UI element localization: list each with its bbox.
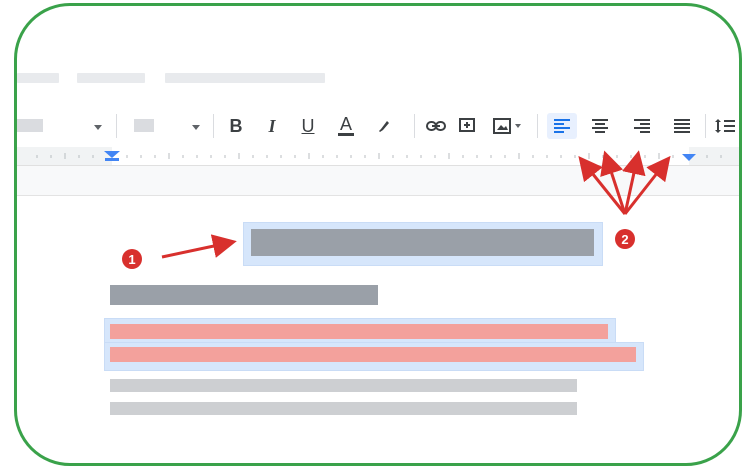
caret-down-icon[interactable] xyxy=(94,125,102,130)
right-indent-marker-icon xyxy=(682,154,696,161)
bold-button[interactable]: B xyxy=(225,113,247,139)
italic-button[interactable]: I xyxy=(261,113,283,139)
align-left-button[interactable] xyxy=(547,113,577,139)
paragraph-line[interactable] xyxy=(110,324,608,339)
line-spacing-button[interactable] xyxy=(713,113,737,139)
body-text-line[interactable] xyxy=(110,402,577,415)
formatting-toolbar: B I U A xyxy=(17,109,739,147)
subtitle-placeholder[interactable] xyxy=(110,285,378,305)
step-badge-1: 1 xyxy=(122,249,142,269)
link-button[interactable] xyxy=(423,113,449,139)
arrow-to-title xyxy=(161,234,237,259)
toolbar-divider xyxy=(537,114,538,138)
text-color-button[interactable]: A xyxy=(335,113,357,139)
highlight-button[interactable] xyxy=(373,113,395,139)
page-top-margin xyxy=(17,166,739,196)
horizontal-ruler[interactable] xyxy=(17,147,739,166)
text-color-swatch xyxy=(338,133,354,136)
align-right-icon xyxy=(634,119,650,133)
align-center-icon xyxy=(592,119,608,133)
justify-button[interactable] xyxy=(669,113,695,139)
align-left-icon xyxy=(554,119,570,133)
menu-placeholder[interactable] xyxy=(77,73,145,83)
caret-down-icon xyxy=(515,124,521,128)
align-right-button[interactable] xyxy=(629,113,655,139)
ruler-ticks xyxy=(36,151,722,161)
toolbar-divider xyxy=(414,114,415,138)
title-placeholder[interactable] xyxy=(251,229,594,256)
toolbar-divider xyxy=(213,114,214,138)
toolbar-divider xyxy=(116,114,117,138)
add-comment-icon xyxy=(459,118,475,132)
menu-placeholder[interactable] xyxy=(17,73,59,83)
indent-marker-icon xyxy=(104,151,120,158)
add-comment-button[interactable] xyxy=(455,113,479,139)
bold-icon: B xyxy=(229,115,243,136)
underline-button[interactable]: U xyxy=(297,113,319,139)
link-icon xyxy=(426,121,446,131)
illustration-frame: B I U A 1 2 xyxy=(14,3,742,466)
caret-down-icon[interactable] xyxy=(192,125,200,130)
italic-icon: I xyxy=(268,115,276,136)
paragraph-line[interactable] xyxy=(110,347,636,362)
step-badge-2: 2 xyxy=(615,229,635,249)
underline-icon: U xyxy=(301,115,315,136)
line-spacing-icon xyxy=(715,119,735,133)
insert-image-button[interactable] xyxy=(490,113,524,139)
font-dropdown[interactable] xyxy=(134,119,154,132)
toolbar-divider xyxy=(705,114,706,138)
insert-image-icon xyxy=(493,118,511,134)
highlighter-icon xyxy=(379,121,389,132)
body-text-line[interactable] xyxy=(110,379,577,392)
text-color-icon: A xyxy=(339,114,352,134)
justify-icon xyxy=(674,119,690,133)
menu-placeholder[interactable] xyxy=(165,73,325,83)
style-dropdown[interactable] xyxy=(17,119,43,132)
align-center-button[interactable] xyxy=(587,113,613,139)
